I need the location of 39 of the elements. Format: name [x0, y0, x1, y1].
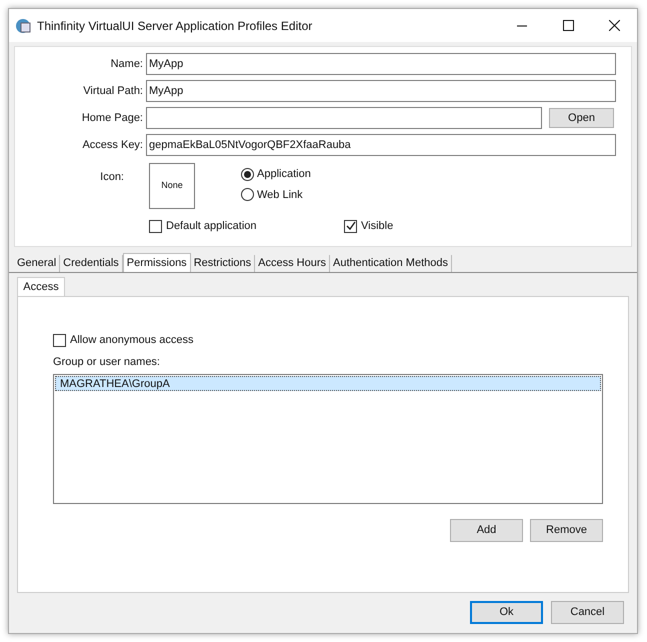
- group-list[interactable]: MAGRATHEA\GroupA: [53, 374, 603, 504]
- text-field[interactable]: MyApp: [146, 80, 616, 102]
- list-action-button[interactable]: Add: [450, 519, 523, 542]
- radio-button[interactable]: [241, 188, 254, 202]
- maximize-icon: [562, 20, 574, 31]
- icon-preview[interactable]: None: [149, 163, 195, 209]
- checkbox-label: Visible: [361, 219, 394, 234]
- field-label: Home Page:: [80, 110, 144, 126]
- tab[interactable]: General: [14, 255, 60, 272]
- checkbox[interactable]: [344, 220, 357, 233]
- checkmark-icon: [346, 221, 356, 232]
- field-label: Virtual Path:: [82, 84, 144, 99]
- tab[interactable]: Permissions: [122, 253, 191, 272]
- open-button[interactable]: Open: [549, 108, 614, 128]
- list-action-button[interactable]: Remove: [530, 519, 603, 542]
- list-item[interactable]: MAGRATHEA\GroupA: [55, 376, 601, 391]
- tab[interactable]: Restrictions: [190, 255, 256, 272]
- field-label: Name:: [110, 56, 144, 72]
- list-label: Group or user names:: [53, 354, 161, 370]
- dialog-button[interactable]: Cancel: [551, 601, 624, 624]
- radio-label: Application: [257, 167, 311, 182]
- app-icon: [15, 18, 31, 34]
- tab[interactable]: Authentication Methods: [330, 255, 452, 272]
- text-field[interactable]: MyApp: [146, 53, 616, 75]
- radio-label: Web Link: [257, 188, 303, 202]
- field-label: Access Key:: [81, 138, 144, 153]
- radio-button[interactable]: [241, 168, 254, 181]
- checkbox[interactable]: [53, 334, 66, 347]
- subtab[interactable]: Access: [17, 277, 65, 296]
- checkbox-label: Allow anonymous access: [70, 333, 194, 348]
- window-title: Thinfinity VirtualUI Server Application Profiles Editor: [37, 18, 312, 34]
- text-field[interactable]: [146, 107, 542, 129]
- checkbox-label: Default application: [166, 219, 257, 234]
- dialog-button[interactable]: Ok: [470, 601, 543, 624]
- icon-label: Icon:: [99, 170, 125, 185]
- tab[interactable]: Access Hours: [255, 255, 330, 272]
- checkbox[interactable]: [149, 220, 162, 233]
- text-field[interactable]: gepmaEkBaL05NtVogorQBF2XfaaRauba: [146, 134, 616, 156]
- close-icon: [608, 20, 620, 31]
